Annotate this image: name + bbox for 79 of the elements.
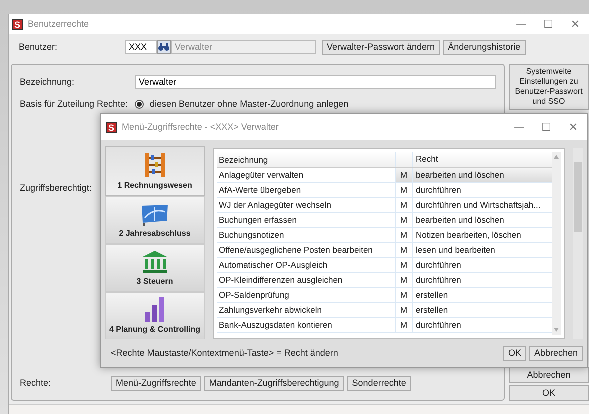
table-cell[interactable]: Buchungen erfassen [217,215,395,225]
window-control[interactable]: — [506,120,533,134]
category-tile[interactable]: 2 Jahresabschluss [105,196,205,244]
binoculars-icon[interactable] [157,40,171,54]
table-cell[interactable]: durchführen [413,258,552,272]
table-cell[interactable]: bearbeiten und löschen [413,168,552,182]
table-cell[interactable]: AfA-Werte übergeben [217,185,395,195]
table-cell[interactable]: WJ der Anlagegüter wechseln [217,200,395,210]
table-cell[interactable]: M [395,228,413,242]
scrollbar[interactable] [573,148,583,339]
dialog-button[interactable]: Abbrechen [529,346,583,360]
radio-button[interactable] [135,100,144,108]
table-cell[interactable]: M [395,168,413,182]
table-cell[interactable]: durchführen [413,273,552,287]
scroll-up-icon[interactable] [554,155,559,159]
table-cell[interactable]: M [395,258,413,272]
window-control[interactable]: ✕ [562,18,589,30]
column-header[interactable]: Recht [413,152,552,167]
user-label: Benutzer: [19,42,59,52]
table-cell[interactable]: M [395,318,413,332]
side-button[interactable]: Systemweite Einstellungen zu Benutzer-Passwort und SSO [509,64,589,110]
hint-text: <Rechte Maustaste/Kontextmenü-Taste> = Recht ändern [111,348,338,358]
window-control[interactable]: ☐ [533,120,560,134]
table-cell[interactable]: M [395,243,413,257]
table-cell[interactable]: Bank-Auszugsdaten kontieren [217,320,395,330]
table-cell[interactable]: M [395,288,413,302]
table-cell[interactable]: Anlagegüter verwalten [217,170,395,180]
designation-field[interactable]: Verwalter [135,75,496,89]
window-control[interactable]: ✕ [560,120,587,134]
rights-button[interactable]: Sonderrechte [347,376,412,390]
app-logo-icon: S [106,122,117,132]
dialog-title: Menü-Zugriffsrechte - <XXX> Verwalter [122,122,279,132]
side-button[interactable]: Abbrechen [509,367,589,383]
table-cell[interactable]: M [395,303,413,317]
table-cell[interactable]: durchführen [413,318,552,332]
access-label: Zugriffsberechtigt: [20,183,92,193]
window-title: Benutzerrechte [28,19,90,29]
app-logo-icon: S [12,18,23,30]
designation-label: Bezeichnung: [20,77,76,87]
table-cell[interactable]: M [395,183,413,197]
table-cell[interactable]: erstellen [413,303,552,317]
column-header [395,152,413,167]
window-control[interactable]: ☐ [535,18,562,30]
window-control[interactable]: — [508,18,535,30]
category-tile[interactable]: 4 Planung & Controlling [105,292,205,339]
user-id-field[interactable]: XXX [125,40,157,54]
table-cell[interactable]: Zahlungsverkehr abwickeln [217,305,395,315]
category-tile[interactable]: 3 Steuern [105,244,205,292]
table-cell[interactable]: M [395,198,413,212]
table-cell[interactable]: erstellen [413,288,552,302]
rights-button[interactable]: Mandanten-Zugriffsberechtigung [204,376,344,390]
scroll-down-icon[interactable] [554,328,559,332]
table-cell[interactable]: durchführen [413,183,552,197]
scrollbar[interactable] [552,152,561,335]
category-tile[interactable]: 1 Rechnungswesen [105,146,205,196]
table-cell[interactable]: Buchungsnotizen [217,230,395,240]
table-cell[interactable]: OP-Kleindifferenzen ausgleichen [217,275,395,285]
bank-icon [142,250,168,274]
basis-label: Basis für Zuteilung Rechte: [20,99,130,109]
table-cell[interactable]: Automatischer OP-Ausgleich [217,260,395,270]
side-button[interactable]: OK [509,385,589,401]
bar-chart-icon [144,296,166,322]
user-action-button[interactable]: Verwalter-Passwort ändern [322,40,440,54]
dialog-button[interactable]: OK [503,346,526,360]
table-cell[interactable]: Notizen bearbeiten, löschen [413,228,552,242]
table-cell[interactable]: M [395,213,413,227]
rights-label: Rechte: [20,378,52,388]
radio-label: diesen Benutzer ohne Master-Zuordnung anlegen [150,99,349,109]
column-header[interactable]: Bezeichnung [217,154,395,164]
table-cell[interactable]: durchführen und Wirtschaftsjah... [413,198,552,212]
table-cell[interactable]: M [395,273,413,287]
chart-board-icon [140,204,170,226]
abacus-icon [144,152,166,178]
table-cell[interactable]: OP-Saldenprüfung [217,290,395,300]
rights-button[interactable]: Menü-Zugriffsrechte [111,376,202,390]
table-cell[interactable]: Offene/ausgeglichene Posten bearbeiten [217,245,395,255]
user-action-button[interactable]: Änderungshistorie [443,40,526,54]
table-cell[interactable]: bearbeiten und löschen [413,213,552,227]
table-cell[interactable]: lesen und bearbeiten [413,243,552,257]
